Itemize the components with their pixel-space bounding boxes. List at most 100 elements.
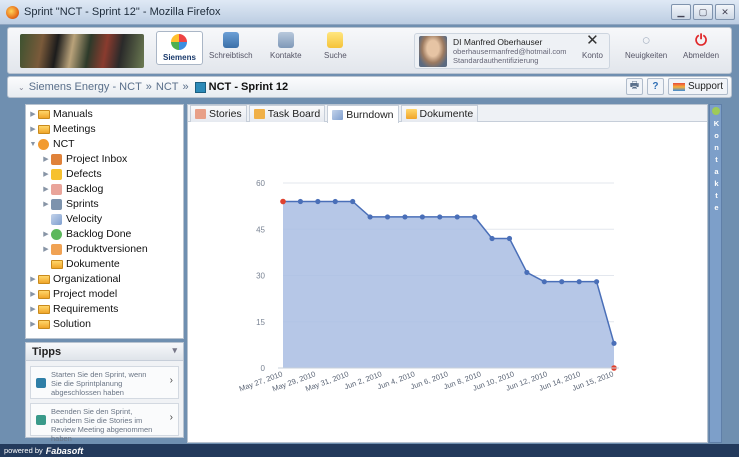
konto-button[interactable]: ✕ Konto: [582, 32, 603, 61]
minimize-button[interactable]: ▁: [671, 4, 691, 20]
sidebar-item-label: Sprints: [66, 198, 99, 210]
contacts-icon: [277, 32, 294, 48]
close-button[interactable]: ✕: [715, 4, 735, 20]
side-panel-letter: k: [714, 179, 719, 188]
sidebar-item-produktversionen[interactable]: ▶ Produktversionen: [41, 242, 148, 256]
sidebar-item-manuals[interactable]: ▶ Manuals: [28, 107, 92, 121]
taskboard-icon: [253, 109, 265, 119]
user-profile[interactable]: DI Manfred Oberhauser oberhausermanfred@…: [414, 33, 610, 69]
nav-kontakte[interactable]: Kontakte: [270, 32, 302, 60]
sidebar-item-velocity[interactable]: Velocity: [51, 212, 102, 226]
sidebar-item-label: Solution: [53, 318, 91, 330]
user-email: oberhausermanfred@hotmail.com: [453, 47, 567, 56]
desk-icon: [222, 32, 239, 48]
side-panel-letter: t: [715, 155, 718, 164]
nav-schreibtisch[interactable]: Schreibtisch: [209, 32, 253, 60]
abmelden-label: Abmelden: [683, 51, 720, 60]
expand-icon[interactable]: ▶: [28, 110, 38, 118]
neuigkeiten-label: Neuigkeiten: [625, 51, 668, 60]
nav-suche[interactable]: Suche: [324, 32, 347, 60]
app-header: Siemens Schreibtisch Kontakte Suche DI M…: [7, 27, 732, 74]
tip-item[interactable]: Beenden Sie den Sprint, nachdem Sie die …: [30, 403, 179, 443]
sidebar-item-sprints[interactable]: ▶ Sprints: [41, 197, 99, 211]
print-button[interactable]: 🖶: [625, 78, 643, 95]
tipps-header[interactable]: Tipps ▾: [26, 343, 183, 361]
sidebar-item-label: Produktversionen: [66, 243, 148, 255]
side-panel-letter: K: [713, 119, 720, 128]
tab-stories[interactable]: Stories: [190, 105, 247, 122]
expand-icon[interactable]: ▶: [28, 320, 38, 328]
tab-burndown[interactable]: Burndown: [327, 105, 399, 123]
chevron-down-icon[interactable]: ▾: [172, 345, 177, 356]
support-label: Support: [687, 81, 723, 92]
main-content: Stories Task Board Burndown Dokumente 0 1…: [187, 104, 708, 443]
nav-label: Kontakte: [270, 51, 302, 60]
neuigkeiten-button[interactable]: ○ Neuigkeiten: [625, 32, 668, 61]
sidebar-item-backlog-done[interactable]: ▶ Backlog Done: [41, 227, 131, 241]
sidebar-item-dokumente[interactable]: Dokumente: [51, 257, 120, 271]
sidebar-item-project-inbox[interactable]: ▶ Project Inbox: [41, 152, 127, 166]
expand-icon[interactable]: ▶: [41, 245, 51, 253]
sidebar-item-nct[interactable]: ▼ NCT: [28, 137, 75, 151]
burndown-point: [297, 198, 304, 205]
x-tick-label: Jun 4, 2010: [376, 369, 416, 391]
support-button[interactable]: Support: [667, 78, 728, 95]
burndown-point: [576, 279, 582, 285]
ideal-start-point: [280, 198, 286, 205]
breadcrumb-item[interactable]: NCT: [156, 81, 179, 93]
abmelden-button[interactable]: ⏻ Abmelden: [683, 32, 720, 61]
maximize-button[interactable]: ▢: [693, 4, 713, 20]
y-tick-label: 0: [261, 364, 266, 373]
sidebar-item-backlog[interactable]: ▶ Backlog: [41, 182, 103, 196]
expand-icon[interactable]: ▶: [28, 125, 38, 133]
sidebar-item-organizational[interactable]: ▶ Organizational: [28, 272, 120, 286]
sidebar-item-defects[interactable]: ▶ Defects: [41, 167, 101, 181]
expand-icon[interactable]: ▶: [41, 230, 51, 238]
news-icon: ○: [641, 32, 651, 49]
sidebar-item-solution[interactable]: ▶ Solution: [28, 317, 91, 331]
chevron-down-icon[interactable]: ⌄: [18, 83, 25, 92]
sidebar-item-label: Dokumente: [66, 258, 120, 270]
burndown-point: [472, 214, 478, 220]
help-button[interactable]: ?: [646, 78, 664, 95]
expand-icon[interactable]: ▶: [28, 305, 38, 313]
burndown-point: [506, 235, 513, 242]
collapse-icon[interactable]: ▼: [28, 141, 38, 148]
nav-siemens[interactable]: Siemens: [156, 31, 203, 65]
sidebar-item-meetings[interactable]: ▶ Meetings: [28, 122, 95, 136]
expand-icon[interactable]: ▶: [28, 275, 38, 283]
burndown-point: [437, 214, 443, 220]
expand-icon[interactable]: ▶: [41, 170, 51, 178]
sidebar-item-label: Project model: [53, 288, 118, 300]
tip-item[interactable]: Starten Sie den Sprint, wenn Sie die Spr…: [30, 366, 179, 399]
folder-icon: [38, 304, 50, 314]
kontakte-side-panel[interactable]: Kontakte: [709, 104, 722, 443]
x-tick-label: Jun 6, 2010: [409, 369, 449, 391]
expand-icon[interactable]: ▶: [28, 290, 38, 298]
sidebar-item-project-model[interactable]: ▶ Project model: [28, 287, 117, 301]
warning-icon: [51, 168, 62, 180]
nav-label: Siemens: [163, 53, 196, 62]
sidebar-item-label: Backlog: [66, 183, 104, 195]
expand-icon[interactable]: ▶: [41, 185, 51, 193]
chevron-right-icon[interactable]: ›: [170, 376, 173, 386]
tab-task-board[interactable]: Task Board: [248, 105, 326, 122]
breadcrumb-item[interactable]: Siemens Energy - NCT: [29, 81, 142, 93]
powered-by-text: powered by: [4, 446, 43, 455]
power-icon: ⏻: [695, 32, 707, 49]
y-tick-label: 45: [256, 225, 265, 234]
chevron-right-icon[interactable]: ›: [170, 413, 173, 423]
tab-label: Stories: [209, 108, 242, 120]
tools-icon: ✕: [586, 32, 599, 49]
window-titlebar: Sprint "NCT - Sprint 12" - Mozilla Firef…: [0, 0, 739, 25]
tab-label: Task Board: [267, 108, 321, 120]
info-icon: [36, 378, 46, 388]
expand-icon[interactable]: ▶: [41, 155, 51, 163]
tab-dokumente[interactable]: Dokumente: [400, 105, 479, 122]
burndown-point: [315, 198, 321, 205]
burndown-area: [283, 201, 614, 368]
expand-icon[interactable]: ▶: [41, 200, 51, 208]
search-icon: [327, 32, 344, 48]
user-name: DI Manfred Oberhauser: [453, 37, 543, 47]
sidebar-item-requirements[interactable]: ▶ Requirements: [28, 302, 118, 316]
